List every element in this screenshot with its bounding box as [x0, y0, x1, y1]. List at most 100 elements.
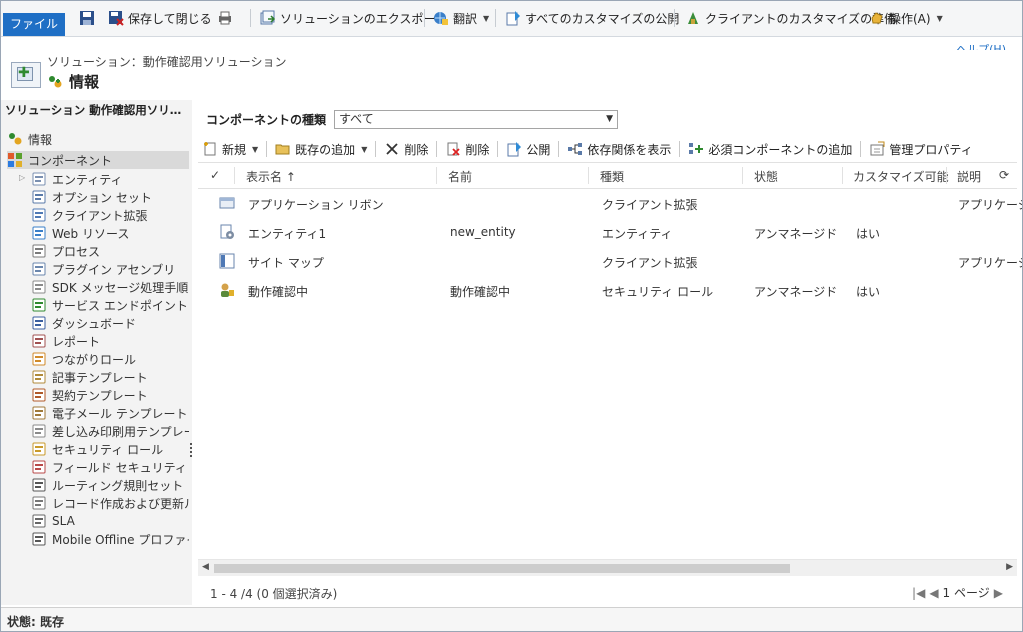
sidebar-item-routing-rule[interactable]: ルーティング規則セット [31, 476, 189, 494]
nav-item-info[interactable]: 情報 [7, 130, 52, 148]
cell-state: アンマネージド [754, 227, 838, 241]
sidebar-item-label: Web リソース [52, 226, 130, 241]
publish-all-button[interactable]: すべてのカスタマイズの公開 [505, 8, 679, 28]
sitemap-icon [219, 253, 235, 269]
sidebar-item-email-template[interactable]: 電子メール テンプレート [31, 404, 189, 422]
solution-icon: ✚ [11, 62, 41, 88]
grid-footer: 1 - 4 /4 (0 個選択済み) |◀ ◀ 1 ページ ▶ [198, 581, 1017, 603]
column-description[interactable]: 説明 [957, 168, 981, 185]
sidebar-item-process[interactable]: プロセス [31, 242, 189, 260]
scroll-right-icon[interactable]: ▶ [1006, 562, 1013, 572]
print-button[interactable] [217, 8, 233, 28]
page-title: 情報 [69, 73, 100, 91]
column-display-name[interactable]: 表示名 ↑ [246, 168, 296, 185]
report-icon [31, 333, 47, 349]
table-row[interactable]: エンティティ1 new_entity エンティティ アンマネージド はい [198, 218, 1017, 247]
select-all-checkbox[interactable]: ✓ [210, 168, 220, 182]
column-type[interactable]: 種類 [600, 168, 624, 185]
scroll-left-icon[interactable]: ◀ [202, 562, 209, 572]
delete-button[interactable]: 削除 [441, 139, 493, 159]
nav-item-components[interactable]: コンポーネント [7, 151, 189, 169]
sidebar-item-field-security[interactable]: フィールド セキュリティ プロ… [31, 458, 189, 476]
sidebar-item-label: SLA [52, 514, 75, 528]
remove-label: 削除 [404, 142, 429, 157]
next-page-icon[interactable]: ▶ [994, 586, 1003, 600]
sidebar-item-sla[interactable]: SLA [31, 512, 189, 530]
sidebar-item-security-role[interactable]: セキュリティ ロール [31, 440, 189, 458]
toolbar-separator [497, 141, 499, 157]
prepare-client-button[interactable]: クライアントのカスタマイズの準備 [685, 8, 896, 28]
app-window: ファイル 保存して閉じる ソリューションのエクスポート 翻訳 ▼ すべてのカスタ… [0, 0, 1023, 632]
sidebar-item-mobile-offline[interactable]: Mobile Offline プロファイル [31, 530, 189, 548]
sidebar-item-service-endpoint[interactable]: サービス エンドポイント [31, 296, 189, 314]
publish-icon [505, 10, 521, 26]
table-row[interactable]: 動作確認中 動作確認中 セキュリティ ロール アンマネージド はい [198, 276, 1017, 305]
add-existing-button[interactable]: 既存の追加 ▼ [271, 139, 371, 159]
sidebar-item-label: ルーティング規則セット [52, 478, 184, 493]
file-tab[interactable]: ファイル [3, 13, 65, 36]
service-endpoint-icon [31, 297, 47, 313]
nav-item-label: 情報 [28, 132, 53, 147]
sidebar-item-article-template[interactable]: 記事テンプレート [31, 368, 189, 386]
help-link[interactable]: ヘルプ(H) [956, 41, 1006, 50]
horizontal-scrollbar[interactable]: ◀ ▶ [198, 559, 1017, 576]
sidebar-item-label: Mobile Offline プロファイル [52, 532, 189, 547]
actions-button[interactable]: 操作(A) ▼ [869, 8, 943, 28]
first-page-icon[interactable]: |◀ [912, 586, 925, 600]
scrollbar-thumb[interactable] [214, 564, 790, 573]
nav-item-label: コンポーネント [28, 153, 113, 168]
sidebar-item-label: 差し込み印刷用テンプレート [52, 424, 189, 439]
cell-display-name[interactable]: エンティティ1 [248, 225, 326, 242]
table-row[interactable]: アプリケーション リボン クライアント拡張 アプリケーシ [198, 189, 1022, 218]
expand-arrow-icon[interactable]: ▷ [19, 173, 25, 182]
column-customizable[interactable]: カスタマイズ可能 [853, 168, 949, 185]
export-solution-button[interactable]: ソリューションのエクスポート [260, 8, 447, 28]
sidebar-item-dashboard[interactable]: ダッシュボード [31, 314, 189, 332]
add-required-button[interactable]: 必須コンポーネントの追加 [684, 139, 856, 159]
translate-button[interactable]: 翻訳 ▼ [433, 8, 489, 28]
column-name[interactable]: 名前 [448, 168, 472, 185]
cell-customizable: はい [856, 285, 881, 299]
security-role-icon [31, 441, 47, 457]
sidebar-item-connection-role[interactable]: つながりロール [31, 350, 189, 368]
component-type-select[interactable]: すべて ▼ [334, 110, 619, 129]
sidebar-item-client-extension[interactable]: クライアント拡張 [31, 206, 189, 224]
publish-icon [506, 141, 522, 157]
web-resource-icon [31, 225, 47, 241]
save-and-close-button[interactable]: 保存して閉じる [108, 8, 212, 28]
sidebar-item-record-rule[interactable]: レコード作成および更新ル… [31, 494, 189, 512]
refresh-icon[interactable]: ⟳ [999, 168, 1009, 182]
sidebar-item-plugin[interactable]: プラグイン アセンブリ [31, 260, 189, 278]
toolbar-separator [266, 141, 268, 157]
folder-open-icon [275, 141, 291, 157]
page-indicator: 1 ページ [942, 586, 990, 600]
column-state[interactable]: 状態 [754, 168, 778, 185]
sidebar-item-contract-template[interactable]: 契約テンプレート [31, 386, 189, 404]
save-button[interactable] [79, 8, 95, 28]
cell-display-name[interactable]: アプリケーション リボン [248, 196, 384, 213]
show-dependencies-button[interactable]: 依存関係を表示 [563, 139, 675, 159]
previous-page-icon[interactable]: ◀ [929, 586, 938, 600]
cell-display-name[interactable]: サイト マップ [248, 254, 324, 271]
publish-button[interactable]: 公開 [502, 139, 554, 159]
client-prepare-icon [685, 10, 701, 26]
splitter-handle[interactable] [190, 443, 193, 461]
sidebar-item-sdk-step[interactable]: SDK メッセージ処理手順 [31, 278, 189, 296]
sidebar-item-mail-merge[interactable]: 差し込み印刷用テンプレート [31, 422, 189, 440]
sidebar-item-web-resource[interactable]: Web リソース [31, 224, 189, 242]
cell-name: 動作確認中 [450, 285, 511, 299]
pager: |◀ ◀ 1 ページ ▶ [912, 584, 1003, 601]
remove-button[interactable]: 削除 [380, 139, 432, 159]
cell-display-name[interactable]: 動作確認中 [248, 283, 308, 300]
sidebar-item-label: レポート [52, 334, 101, 349]
managed-properties-button[interactable]: 管理プロパティ [865, 139, 976, 159]
record-count: 1 - 4 /4 (0 個選択済み) [210, 587, 338, 601]
new-button[interactable]: 新規 ▼ [198, 139, 262, 159]
table-row[interactable]: サイト マップ クライアント拡張 アプリケーシ [198, 247, 1022, 276]
sidebar-item-optionset[interactable]: オプション セット [31, 188, 189, 206]
sidebar-item-report[interactable]: レポート [31, 332, 189, 350]
sidebar-item-label: 電子メール テンプレート [52, 406, 188, 421]
save-icon [79, 10, 95, 26]
sidebar-item-entity[interactable]: エンティティ [31, 170, 189, 188]
print-icon [217, 10, 233, 26]
